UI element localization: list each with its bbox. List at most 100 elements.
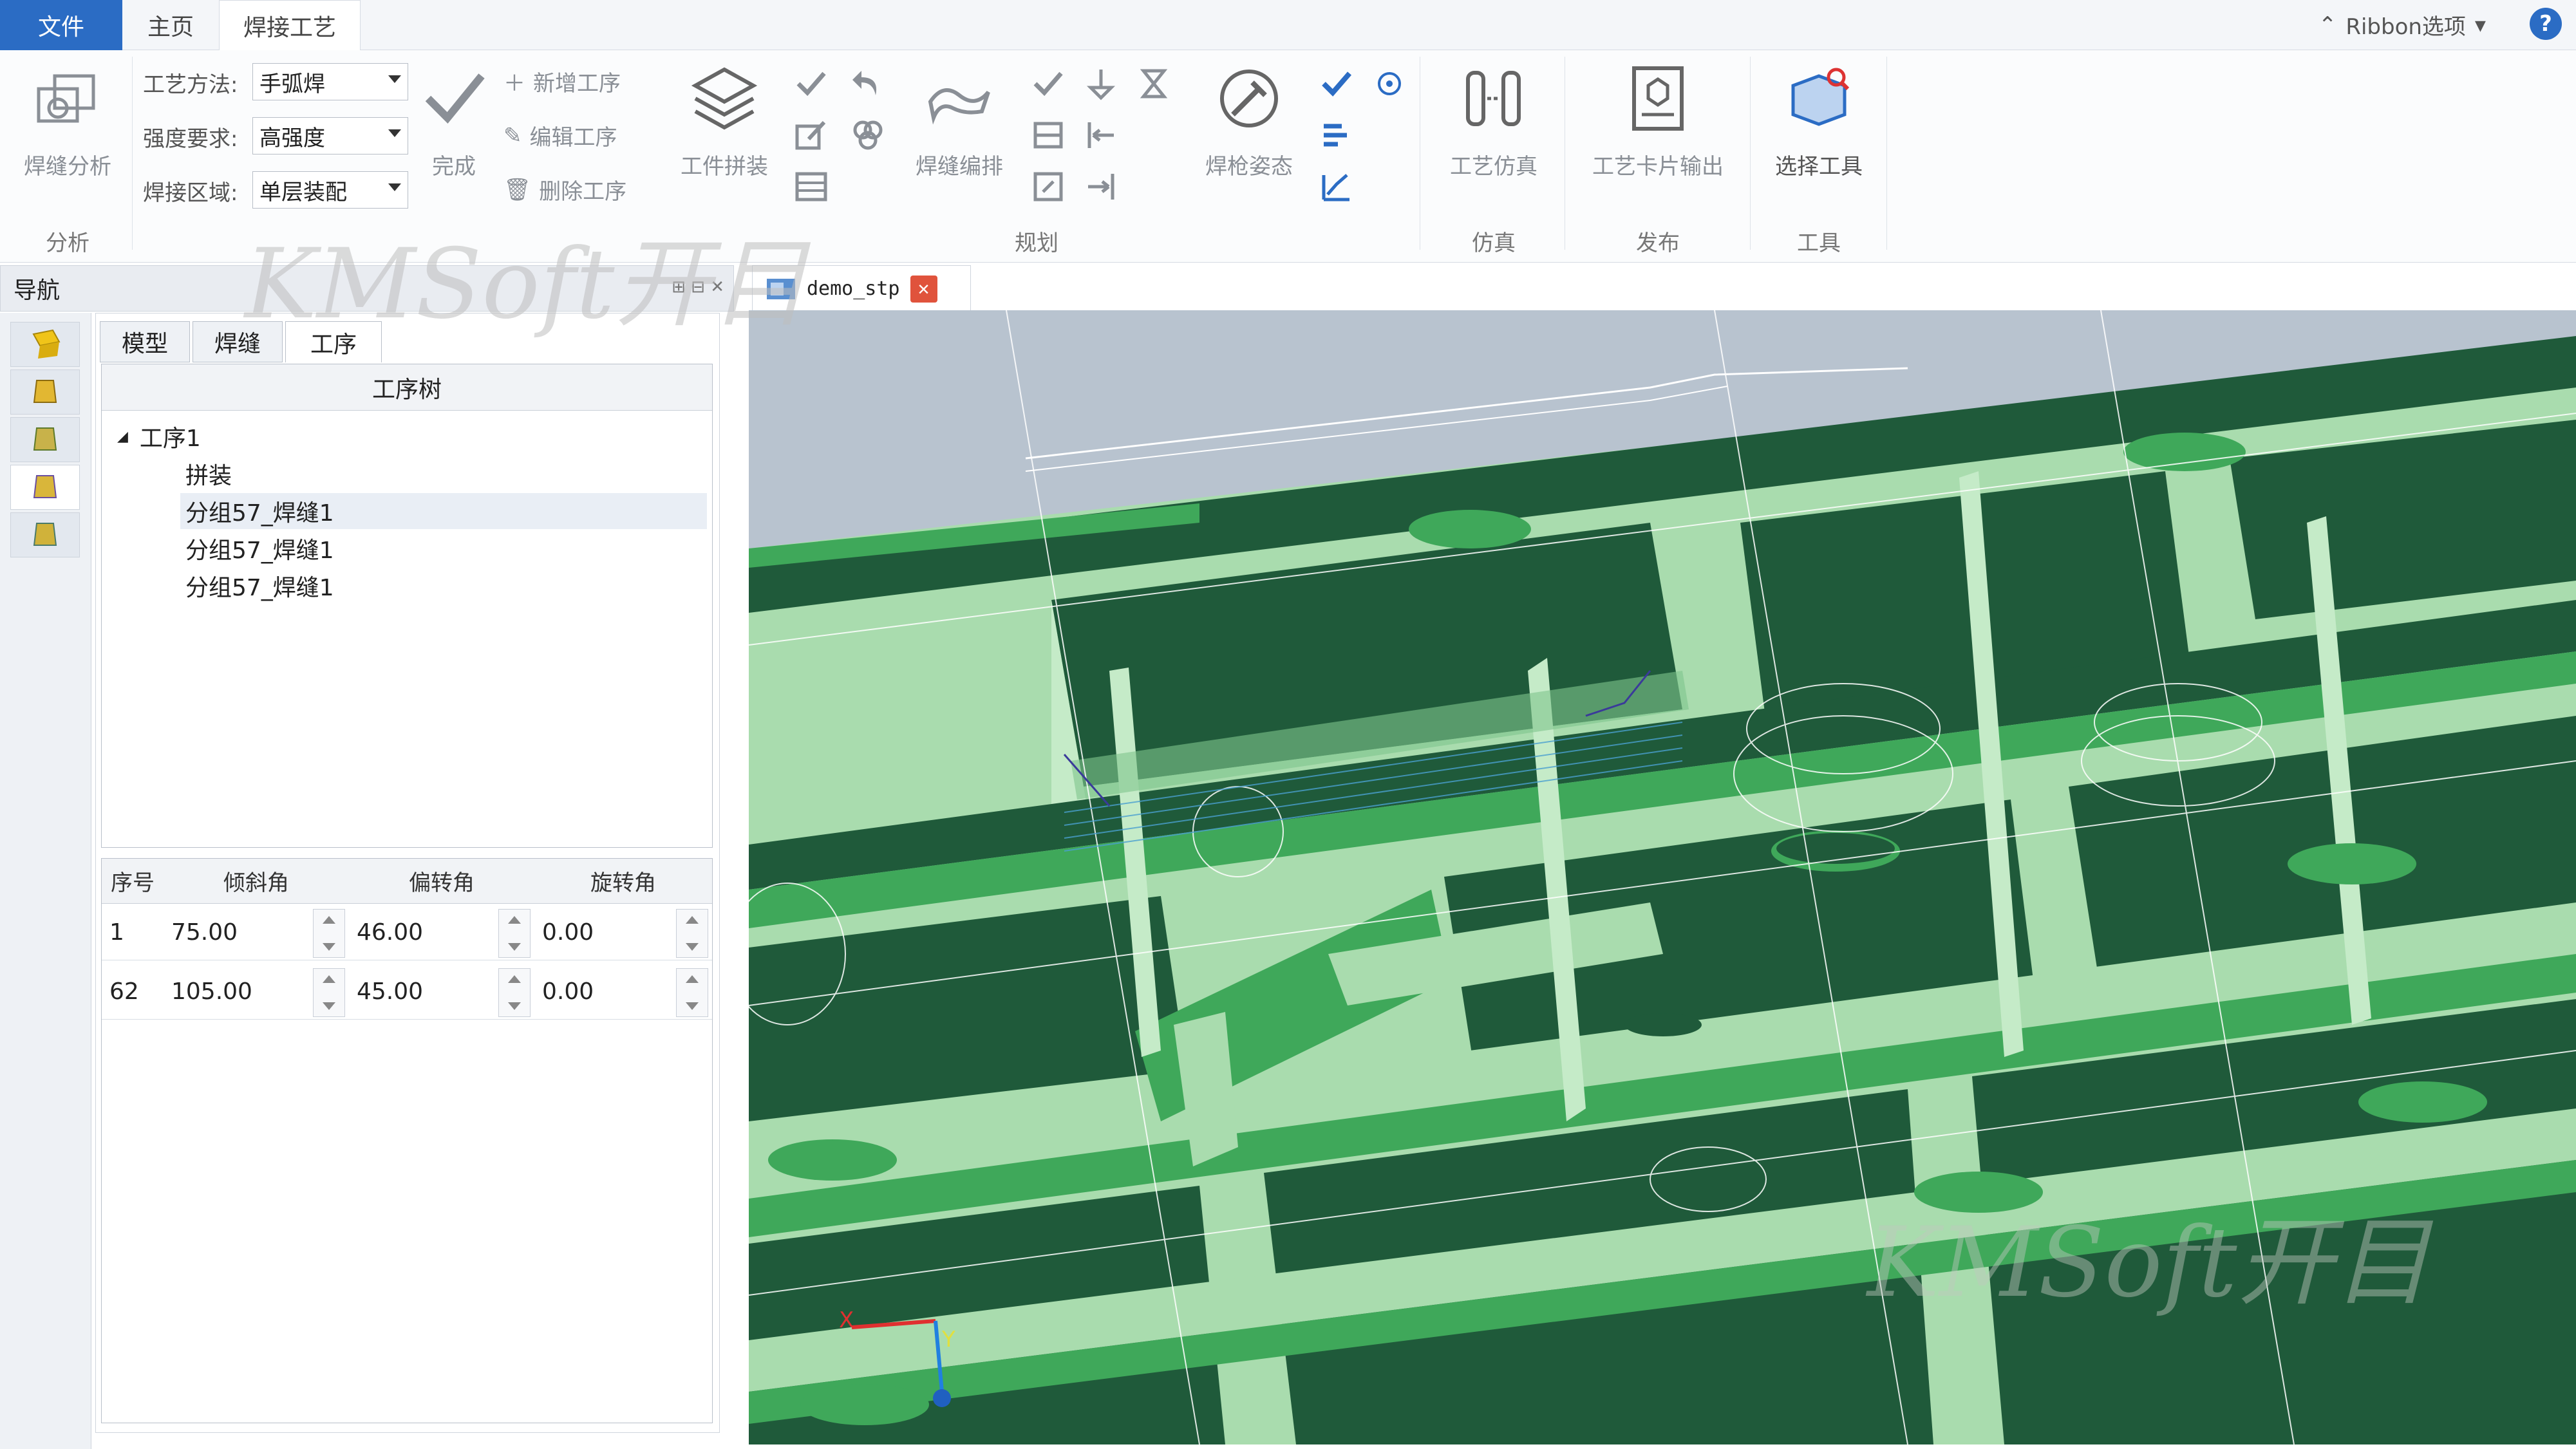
list-icon[interactable] bbox=[1030, 117, 1066, 153]
rotation-input[interactable]: 0.00 bbox=[542, 964, 594, 1020]
nav-part-icon[interactable] bbox=[10, 369, 80, 415]
ribbon-options-menu[interactable]: ⌃ Ribbon选项 ▾ bbox=[2318, 9, 2486, 41]
group-publish-label: 发布 bbox=[1636, 230, 1680, 256]
spin-down-icon[interactable] bbox=[508, 943, 521, 951]
tree-node-weld[interactable]: 分组57_焊缝1 bbox=[185, 530, 707, 566]
spin-down-icon[interactable] bbox=[686, 1002, 699, 1010]
pin-icon[interactable] bbox=[1083, 66, 1119, 102]
tilt-spinner[interactable] bbox=[313, 909, 345, 958]
check-small-icon[interactable] bbox=[793, 66, 829, 102]
nav-weld-icon[interactable] bbox=[10, 417, 80, 462]
close-icon[interactable]: ✕ bbox=[910, 275, 937, 303]
yaw-spinner[interactable] bbox=[498, 909, 531, 958]
axis-y-label: Y bbox=[941, 1327, 955, 1352]
tilt-spinner[interactable] bbox=[313, 968, 345, 1017]
yaw-input[interactable]: 46.00 bbox=[357, 905, 424, 960]
select-tool-label: 选择工具 bbox=[1775, 154, 1863, 180]
yaw-spinner[interactable] bbox=[498, 968, 531, 1017]
ribbon-tab-bar: 文件 主页 焊接工艺 ⌃ Ribbon选项 ▾ ? bbox=[0, 0, 2576, 50]
dropdown-arrow-icon: ▾ bbox=[2474, 12, 2486, 38]
torch-pose-button[interactable]: 焊枪姿态 bbox=[1185, 63, 1313, 180]
torch-pose-label: 焊枪姿态 bbox=[1205, 154, 1293, 180]
weld-analysis-button[interactable]: 焊缝分析 bbox=[13, 63, 122, 180]
select-tool-button[interactable]: 选择工具 bbox=[1761, 63, 1877, 180]
add-process-button[interactable]: ＋ 新增工序 bbox=[503, 66, 621, 97]
bars-icon[interactable] bbox=[1319, 117, 1355, 153]
spin-up-icon[interactable] bbox=[508, 975, 521, 983]
tree-node-root[interactable]: ◢ 工序1 bbox=[117, 418, 201, 454]
spin-up-icon[interactable] bbox=[686, 975, 699, 983]
undo-icon[interactable] bbox=[850, 66, 886, 102]
spin-up-icon[interactable] bbox=[323, 975, 335, 983]
edit-process-label: 编辑工序 bbox=[529, 125, 617, 151]
method-select[interactable]: 手弧焊 bbox=[252, 63, 408, 100]
column-header-tilt: 倾斜角 bbox=[164, 859, 349, 904]
weld-seam-icon bbox=[928, 88, 990, 125]
tree-node-weld[interactable]: 分组57_焊缝1 bbox=[180, 493, 707, 529]
rotation-spinner[interactable] bbox=[676, 968, 708, 1017]
assembly-button[interactable]: 工件拼装 bbox=[663, 63, 785, 180]
spin-down-icon[interactable] bbox=[323, 1002, 335, 1010]
card-output-button[interactable]: 工艺卡片输出 bbox=[1574, 63, 1742, 180]
tab-weld-process[interactable]: 焊接工艺 bbox=[219, 0, 361, 50]
spin-up-icon[interactable] bbox=[686, 916, 699, 924]
done-button[interactable]: 完成 bbox=[412, 63, 496, 180]
tab-home[interactable]: 主页 bbox=[129, 0, 212, 50]
tilt-input[interactable]: 75.00 bbox=[171, 905, 238, 960]
group-tool-label: 工具 bbox=[1797, 230, 1841, 256]
column-header-id: 序号 bbox=[102, 859, 164, 904]
collapse-icon[interactable]: ⌃ bbox=[2318, 12, 2337, 38]
check-small-icon[interactable] bbox=[1030, 66, 1066, 102]
strength-select[interactable]: 高强度 bbox=[252, 117, 408, 154]
tilt-input[interactable]: 105.00 bbox=[171, 964, 252, 1020]
spin-up-icon[interactable] bbox=[508, 916, 521, 924]
check-blue-icon[interactable] bbox=[1319, 66, 1355, 102]
help-icon[interactable]: ? bbox=[2530, 8, 2562, 40]
layers-icon bbox=[691, 67, 758, 130]
weld-analysis-icon bbox=[37, 74, 95, 123]
chevron-down-icon bbox=[388, 75, 401, 83]
tri-circle-icon[interactable] bbox=[850, 117, 886, 153]
card-output-label: 工艺卡片输出 bbox=[1592, 154, 1724, 180]
chart-edit-icon[interactable] bbox=[1319, 169, 1355, 205]
nav-resource-icon[interactable] bbox=[10, 512, 80, 557]
strength-label: 强度要求: bbox=[143, 126, 238, 152]
pencil-icon: ✎ bbox=[503, 122, 522, 149]
select-box-icon bbox=[1791, 68, 1850, 126]
area-select[interactable]: 单层装配 bbox=[252, 171, 408, 209]
edit-part-icon[interactable] bbox=[793, 117, 829, 153]
tree-node-assembly[interactable]: 拼装 bbox=[185, 456, 707, 492]
spin-down-icon[interactable] bbox=[686, 943, 699, 951]
area-value: 单层装配 bbox=[259, 179, 347, 205]
target-icon[interactable] bbox=[1371, 66, 1407, 102]
process-sim-button[interactable]: 工艺仿真 bbox=[1433, 63, 1555, 180]
expand-triangle-icon[interactable]: ◢ bbox=[117, 429, 128, 445]
tab-model[interactable]: 模型 bbox=[100, 321, 190, 362]
align-left-icon[interactable] bbox=[1083, 117, 1119, 153]
weld-analysis-label: 焊缝分析 bbox=[24, 154, 111, 180]
yaw-input[interactable]: 45.00 bbox=[357, 964, 424, 1020]
frame-icon[interactable] bbox=[1030, 169, 1066, 205]
tree-node-weld[interactable]: 分组57_焊缝1 bbox=[185, 568, 707, 604]
watermark-logo: KMSoft开目 bbox=[245, 229, 808, 341]
hourglass-icon[interactable] bbox=[1136, 66, 1172, 102]
weld-arrange-button[interactable]: 焊缝编排 bbox=[901, 63, 1017, 180]
process-sim-label: 工艺仿真 bbox=[1450, 154, 1537, 180]
separator bbox=[132, 57, 133, 250]
cell-id: 62 bbox=[109, 964, 139, 1020]
edit-process-button[interactable]: ✎ 编辑工序 bbox=[503, 120, 617, 151]
card-icon bbox=[1632, 66, 1684, 131]
delete-process-button[interactable]: 🗑 删除工序 bbox=[503, 174, 626, 205]
spin-down-icon[interactable] bbox=[508, 1002, 521, 1010]
done-label: 完成 bbox=[432, 154, 476, 180]
weld-arrange-label: 焊缝编排 bbox=[916, 154, 1003, 180]
rotation-spinner[interactable] bbox=[676, 909, 708, 958]
spin-down-icon[interactable] bbox=[323, 943, 335, 951]
table-icon[interactable] bbox=[793, 169, 829, 205]
align-right-icon[interactable] bbox=[1083, 169, 1119, 205]
rotation-input[interactable]: 0.00 bbox=[542, 905, 594, 960]
spin-up-icon[interactable] bbox=[323, 916, 335, 924]
tab-file[interactable]: 文件 bbox=[0, 0, 122, 50]
nav-process-icon[interactable] bbox=[10, 465, 80, 510]
nav-model-icon[interactable] bbox=[10, 322, 80, 367]
